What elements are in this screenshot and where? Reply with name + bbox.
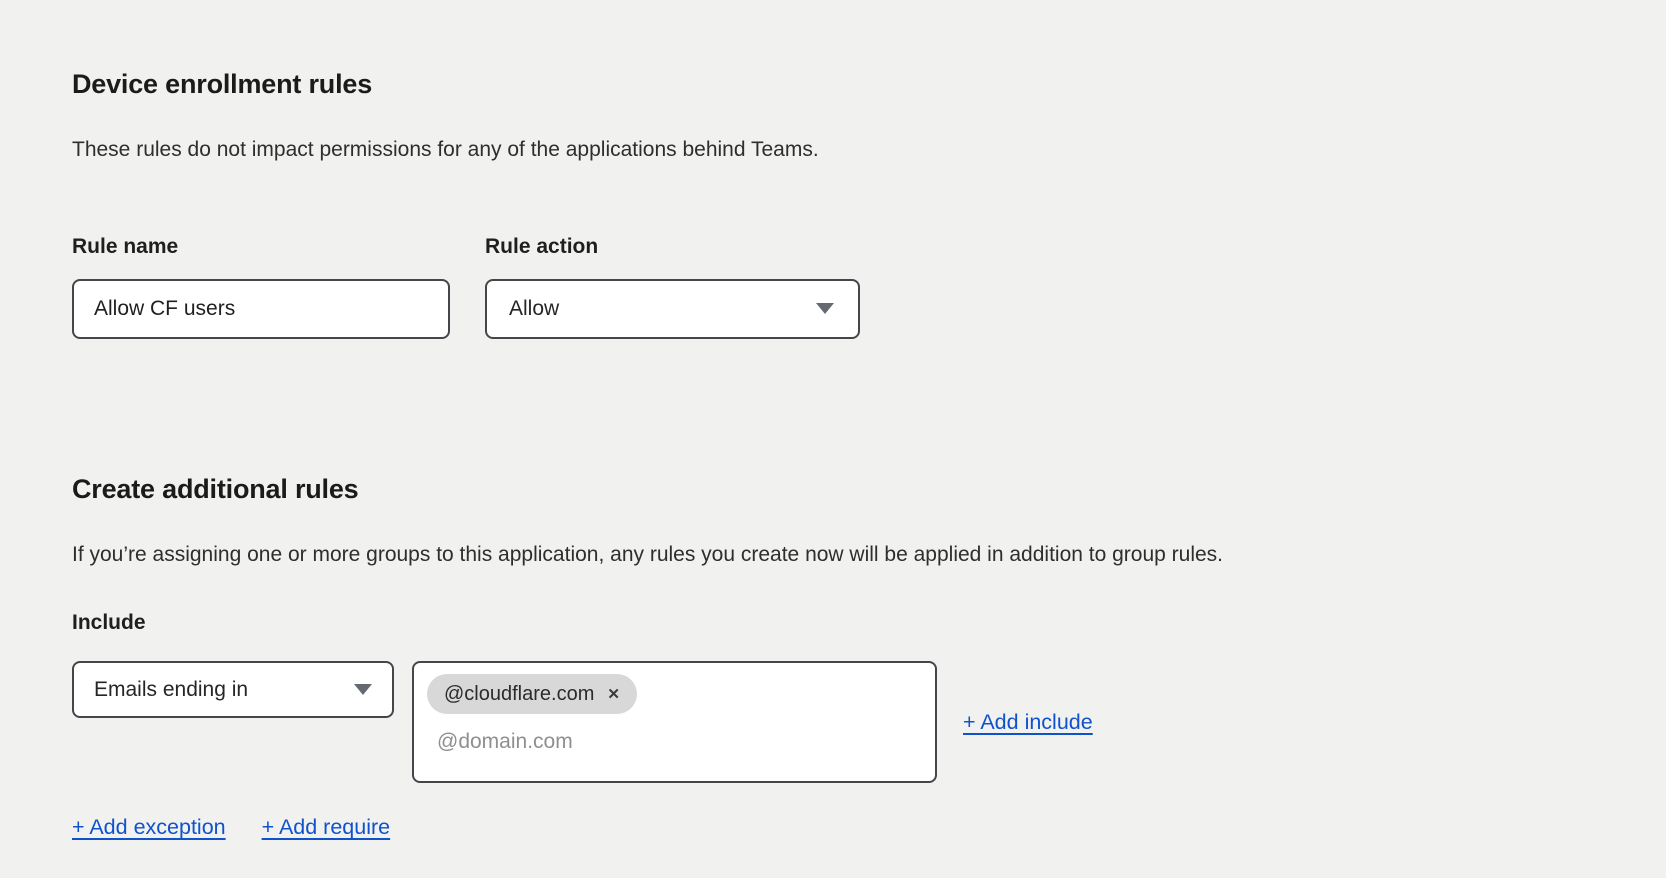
include-selector-select[interactable]: Emails ending in — [72, 661, 394, 718]
add-include-link[interactable]: + Add include — [963, 710, 1093, 734]
rule-action-label: Rule action — [485, 235, 860, 259]
page-title: Device enrollment rules — [72, 70, 1666, 98]
include-selector-value: Emails ending in — [94, 678, 248, 702]
rule-name-label: Rule name — [72, 235, 450, 259]
rule-name-field-group: Rule name — [72, 235, 450, 339]
add-exception-link[interactable]: + Add exception — [72, 815, 226, 840]
rule-name-input[interactable] — [72, 279, 450, 339]
include-label: Include — [72, 611, 1666, 635]
rule-action-select[interactable]: Allow — [485, 279, 860, 339]
add-include-wrap: + Add include — [963, 710, 1093, 735]
email-domain-tag: @cloudflare.com ✕ — [427, 674, 637, 714]
additional-rules-description: If you’re assigning one or more groups t… — [72, 541, 1666, 569]
page-description: These rules do not impact permissions fo… — [72, 136, 1666, 164]
device-enrollment-page: Device enrollment rules These rules do n… — [0, 0, 1666, 840]
additional-rules-section: Create additional rules If you’re assign… — [72, 475, 1666, 841]
rule-fields-row: Rule name Rule action Allow — [72, 235, 1666, 339]
add-require-link[interactable]: + Add require — [262, 815, 391, 840]
remove-tag-icon[interactable]: ✕ — [607, 687, 620, 702]
email-domains-field[interactable]: @cloudflare.com ✕ — [412, 661, 937, 783]
domain-input[interactable] — [435, 729, 755, 755]
include-rule-row: Emails ending in @cloudflare.com ✕ + Add… — [72, 661, 1666, 783]
chevron-down-icon — [816, 303, 834, 314]
chevron-down-icon — [354, 684, 372, 695]
additional-rules-title: Create additional rules — [72, 475, 1666, 503]
rule-action-field-group: Rule action Allow — [485, 235, 860, 339]
rule-action-selected-value: Allow — [509, 297, 559, 321]
email-domain-tag-label: @cloudflare.com — [444, 683, 594, 706]
bottom-links-row: + Add exception + Add require — [72, 815, 1666, 840]
